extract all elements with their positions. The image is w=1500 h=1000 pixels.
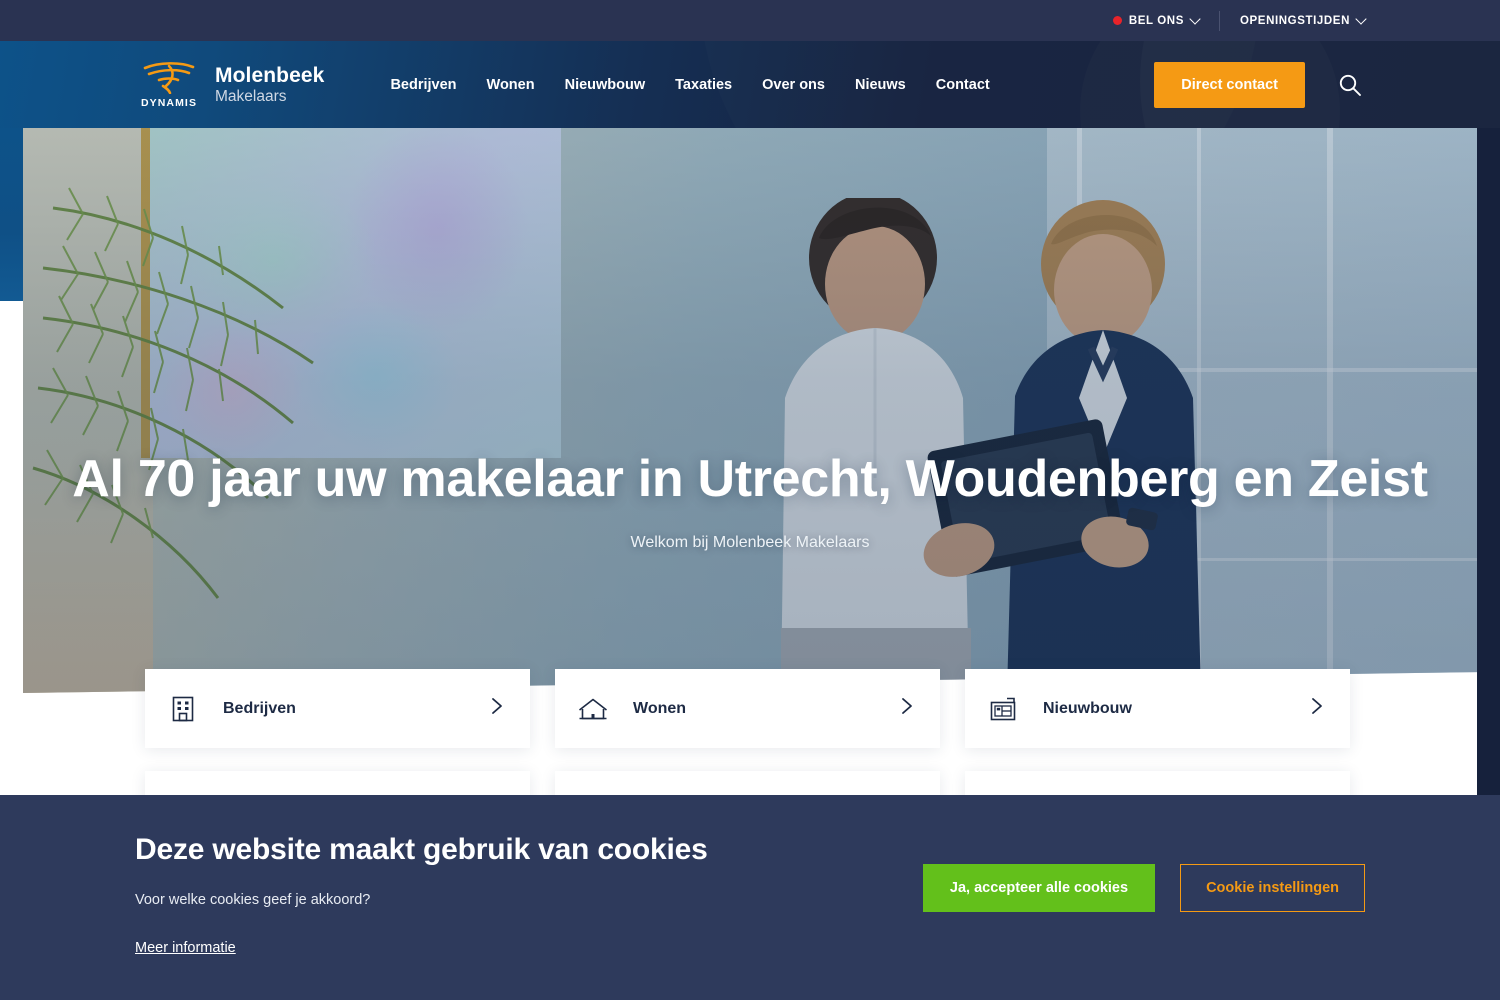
office-building-icon bbox=[168, 694, 198, 724]
direct-contact-button[interactable]: Direct contact bbox=[1154, 61, 1305, 108]
page-root: BEL ONS OPENINGSTIJDEN DYNAMIS Molenbeek… bbox=[0, 0, 1500, 1000]
quicklink-card-wonen[interactable]: Wonen bbox=[555, 669, 940, 748]
site-logo[interactable]: DYNAMIS Molenbeek Makelaars bbox=[135, 60, 324, 109]
hero-photo bbox=[23, 128, 1477, 693]
floorplan-icon bbox=[988, 694, 1018, 724]
chevron-right-icon bbox=[901, 697, 913, 720]
accept-all-cookies-button[interactable]: Ja, accepteer alle cookies bbox=[922, 864, 1156, 912]
nav-item-nieuws[interactable]: Nieuws bbox=[855, 77, 906, 93]
nav-item-bedrijven[interactable]: Bedrijven bbox=[390, 77, 456, 93]
cookie-actions: Ja, accepteer alle cookies Cookie instel… bbox=[922, 795, 1365, 912]
right-accent-panel bbox=[1477, 128, 1500, 828]
logo-name: Molenbeek bbox=[215, 64, 325, 88]
status-dot-icon bbox=[1112, 16, 1122, 25]
cookie-text-block: Deze website maakt gebruik van cookies V… bbox=[135, 795, 923, 957]
utility-bar: BEL ONS OPENINGSTIJDEN bbox=[0, 0, 1500, 41]
dynamis-label: DYNAMIS bbox=[140, 97, 198, 109]
quicklink-card-bedrijven[interactable]: Bedrijven bbox=[145, 669, 530, 748]
chevron-down-icon bbox=[1189, 12, 1201, 25]
quicklink-label: Bedrijven bbox=[223, 699, 296, 717]
hero-content: Al 70 jaar uw makelaar in Utrecht, Woude… bbox=[23, 450, 1477, 552]
left-accent-panel bbox=[0, 128, 23, 301]
nav-item-wonen[interactable]: Wonen bbox=[487, 77, 535, 93]
hero-overlay bbox=[23, 128, 1477, 693]
house-icon bbox=[578, 694, 608, 724]
hero-title: Al 70 jaar uw makelaar in Utrecht, Woude… bbox=[72, 450, 1428, 508]
more-information-link[interactable]: Meer informatie bbox=[135, 940, 236, 956]
logo-subtitle: Makelaars bbox=[215, 87, 287, 105]
cookie-title: Deze website maakt gebruik van cookies bbox=[135, 833, 708, 866]
opening-hours-label: OPENINGSTIJDEN bbox=[1239, 14, 1350, 27]
quicklink-label: Wonen bbox=[633, 699, 687, 717]
chevron-right-icon bbox=[491, 697, 503, 720]
call-us-label: BEL ONS bbox=[1128, 14, 1184, 27]
site-header: DYNAMIS Molenbeek Makelaars Bedrijven Wo… bbox=[0, 41, 1500, 128]
cookie-settings-button[interactable]: Cookie instellingen bbox=[1180, 864, 1365, 912]
nav-item-over-ons[interactable]: Over ons bbox=[762, 77, 825, 93]
header-actions: Direct contact bbox=[1154, 61, 1367, 108]
main-navigation: Bedrijven Wonen Nieuwbouw Taxaties Over … bbox=[390, 77, 989, 93]
hero-banner: Al 70 jaar uw makelaar in Utrecht, Woude… bbox=[23, 128, 1477, 693]
chevron-right-icon bbox=[1311, 697, 1323, 720]
search-button[interactable] bbox=[1333, 68, 1367, 102]
search-icon bbox=[1339, 74, 1361, 96]
hero-subtitle: Welkom bij Molenbeek Makelaars bbox=[630, 534, 870, 552]
nav-item-contact[interactable]: Contact bbox=[936, 77, 990, 93]
nav-item-nieuwbouw[interactable]: Nieuwbouw bbox=[565, 77, 646, 93]
opening-hours-dropdown[interactable]: OPENINGSTIJDEN bbox=[1239, 12, 1367, 27]
cookie-banner: Deze website maakt gebruik van cookies V… bbox=[0, 795, 1500, 1000]
chevron-down-icon bbox=[1355, 12, 1367, 25]
quicklink-card-nieuwbouw[interactable]: Nieuwbouw bbox=[965, 669, 1350, 748]
quicklink-cards: Bedrijven Wonen Nieuwbouw bbox=[145, 669, 1360, 748]
nav-item-taxaties[interactable]: Taxaties bbox=[675, 77, 732, 93]
call-us-dropdown[interactable]: BEL ONS bbox=[1112, 12, 1201, 27]
quicklink-label: Nieuwbouw bbox=[1043, 699, 1132, 717]
divider bbox=[1218, 10, 1220, 31]
cookie-question: Voor welke cookies geef je akkoord? bbox=[135, 892, 371, 908]
dynamis-swoosh-icon: DYNAMIS bbox=[135, 60, 203, 109]
